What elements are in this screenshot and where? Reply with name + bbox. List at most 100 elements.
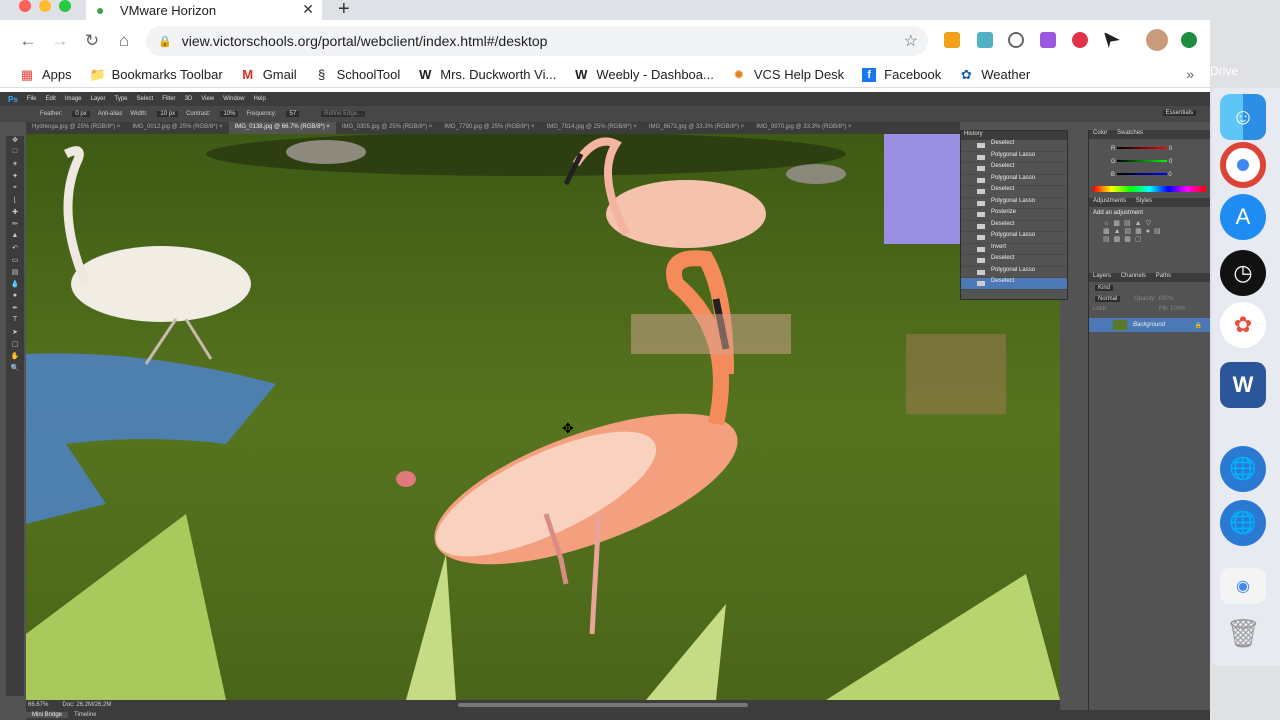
- fill-input[interactable]: 100%: [1170, 306, 1185, 312]
- trash-icon[interactable]: 🗑: [1220, 610, 1266, 656]
- stamp-tool-icon[interactable]: ▲: [6, 232, 24, 244]
- tab-swatches[interactable]: Swatches: [1117, 130, 1143, 136]
- update-icon[interactable]: [1181, 32, 1197, 48]
- blue-slider[interactable]: B 0: [1111, 169, 1210, 182]
- doc-tab[interactable]: IMG_7790.jpg @ 25% (RGB/8*) ×: [438, 122, 540, 134]
- doc-tab-active[interactable]: IMG_0138.jpg @ 66.7% (RGB/8*) ×: [228, 122, 336, 134]
- dodge-tool-icon[interactable]: ●: [6, 292, 24, 304]
- menu-layer[interactable]: Layer: [91, 96, 106, 102]
- quick-select-tool-icon[interactable]: ✦: [6, 172, 24, 184]
- bookmark-schooltool[interactable]: § SchoolTool: [315, 67, 400, 82]
- history-step[interactable]: Polygonal Lasso: [961, 198, 1067, 209]
- image-canvas[interactable]: ✥: [26, 134, 1060, 700]
- gradient-tool-icon[interactable]: ▤: [6, 268, 24, 280]
- doc-tab[interactable]: IMG_8673.jpg @ 33.3% (RGB/8*) ×: [643, 122, 750, 134]
- history-step[interactable]: Deselect: [961, 186, 1067, 198]
- layer-background[interactable]: Background 🔒: [1089, 318, 1210, 332]
- eyedropper-tool-icon[interactable]: ⌊: [6, 196, 24, 208]
- close-window-button[interactable]: [19, 0, 31, 12]
- antialias-checkbox[interactable]: Anti-alias: [98, 111, 123, 117]
- zoom-level[interactable]: 66.67%: [28, 702, 48, 708]
- bookmark-weather[interactable]: ✿ Weather: [959, 67, 1030, 82]
- history-step[interactable]: Polygonal Lasso: [961, 152, 1067, 163]
- path-select-tool-icon[interactable]: ➤: [6, 328, 24, 340]
- doc-tab[interactable]: Hydrenga.jpg @ 25% (RGB/8*) ×: [26, 122, 126, 134]
- history-step[interactable]: Deselect: [961, 221, 1067, 232]
- history-step[interactable]: Deselect: [961, 140, 1067, 152]
- crop-tool-icon[interactable]: ⌖: [6, 184, 24, 196]
- frequency-input[interactable]: 57: [286, 111, 300, 117]
- tab-layers[interactable]: Layers: [1093, 273, 1111, 279]
- clock-icon[interactable]: ◷: [1220, 250, 1266, 296]
- move-tool-icon[interactable]: ✥: [6, 136, 24, 148]
- doc-tab[interactable]: IMG_0012.jpg @ 25% (RGB/8*) ×: [126, 122, 228, 134]
- word-icon[interactable]: W: [1220, 362, 1266, 408]
- photos-icon[interactable]: ✿: [1220, 302, 1266, 348]
- finder-icon[interactable]: ☺: [1220, 94, 1266, 140]
- bookmark-vcs-help-desk[interactable]: ✹ VCS Help Desk: [732, 67, 844, 82]
- hand-tool-icon[interactable]: ✋: [6, 352, 24, 364]
- minimize-window-button[interactable]: [39, 0, 51, 12]
- bookmark-gmail[interactable]: M Gmail: [241, 67, 296, 82]
- history-step[interactable]: Polygonal Lasso: [961, 232, 1067, 244]
- app-store-icon[interactable]: A: [1220, 194, 1266, 240]
- tab-channels[interactable]: Channels: [1121, 273, 1146, 279]
- tab-close-icon[interactable]: ✕: [302, 1, 314, 18]
- brush-tool-icon[interactable]: ✏: [6, 220, 24, 232]
- browser-tab[interactable]: ● VMware Horizon ✕: [86, 0, 322, 20]
- feather-input[interactable]: 0 px: [72, 111, 90, 117]
- menu-filter[interactable]: Filter: [162, 96, 175, 102]
- reload-button[interactable]: ↻: [76, 31, 108, 51]
- contrast-input[interactable]: 10%: [220, 111, 239, 117]
- menu-view[interactable]: View: [201, 96, 214, 102]
- history-brush-tool-icon[interactable]: ↶: [6, 244, 24, 256]
- opacity-input[interactable]: 100%: [1158, 296, 1173, 302]
- history-step[interactable]: Invert: [961, 244, 1067, 255]
- menu-select[interactable]: Select: [137, 96, 154, 102]
- doc-tab[interactable]: IMG_7814.jpg @ 25% (RGB/8*) ×: [541, 122, 643, 134]
- zoom-tool-icon[interactable]: 🔍: [6, 364, 24, 376]
- tab-styles[interactable]: Styles: [1136, 198, 1152, 204]
- history-step[interactable]: Deselect: [961, 163, 1067, 175]
- color-spectrum[interactable]: [1093, 186, 1206, 192]
- history-step[interactable]: Polygonal Lasso: [961, 175, 1067, 186]
- tab-adjustments[interactable]: Adjustments: [1093, 198, 1126, 204]
- back-button[interactable]: ←: [12, 31, 44, 51]
- globe-icon[interactable]: 🌐: [1220, 446, 1266, 492]
- chrome-icon[interactable]: [1220, 142, 1266, 188]
- menu-window[interactable]: Window: [223, 96, 244, 102]
- tab-color[interactable]: Color: [1093, 130, 1107, 136]
- marquee-tool-icon[interactable]: □: [6, 148, 24, 160]
- cursor-extension-icon[interactable]: [1104, 32, 1120, 48]
- history-step[interactable]: Deselect: [961, 255, 1067, 267]
- history-step-selected[interactable]: Deselect: [961, 278, 1067, 290]
- chrome-window-icon[interactable]: ◉: [1220, 568, 1266, 604]
- blur-tool-icon[interactable]: 💧: [6, 280, 24, 292]
- menu-edit[interactable]: Edit: [45, 96, 55, 102]
- history-step[interactable]: Posterize: [961, 209, 1067, 221]
- bookmark-toolbar-folder[interactable]: 📁 Bookmarks Toolbar: [90, 67, 223, 82]
- type-tool-icon[interactable]: T: [6, 316, 24, 328]
- bookmark-mrs-duckworth[interactable]: W Mrs. Duckworth Vi...: [418, 67, 556, 82]
- profile-avatar[interactable]: [1146, 29, 1168, 51]
- menu-image[interactable]: Image: [65, 96, 82, 102]
- new-tab-button[interactable]: +: [338, 0, 350, 21]
- bookmarks-overflow-icon[interactable]: »: [1186, 66, 1194, 82]
- maximize-window-button[interactable]: [59, 0, 71, 12]
- extension-icon-4[interactable]: [1040, 32, 1056, 48]
- healing-tool-icon[interactable]: ✚: [6, 208, 24, 220]
- blend-mode-select[interactable]: Normal: [1095, 296, 1121, 302]
- workspace-select[interactable]: Essentials: [1162, 110, 1196, 116]
- horizontal-scrollbar[interactable]: [458, 703, 748, 707]
- bookmark-apps[interactable]: ▦ Apps: [20, 67, 72, 82]
- menu-3d[interactable]: 3D: [185, 96, 193, 102]
- menu-type[interactable]: Type: [115, 96, 128, 102]
- bookmark-star-icon[interactable]: ☆: [904, 31, 918, 51]
- doc-tab[interactable]: IMG_9970.jpg @ 33.3% (RGB/8*) ×: [750, 122, 857, 134]
- home-button[interactable]: ⌂: [108, 31, 140, 51]
- pen-tool-icon[interactable]: ✒: [6, 304, 24, 316]
- globe-icon[interactable]: 🌐: [1220, 500, 1266, 546]
- shape-tool-icon[interactable]: ▢: [6, 340, 24, 352]
- tab-paths[interactable]: Paths: [1156, 273, 1171, 279]
- power-extension-icon[interactable]: [1008, 32, 1024, 48]
